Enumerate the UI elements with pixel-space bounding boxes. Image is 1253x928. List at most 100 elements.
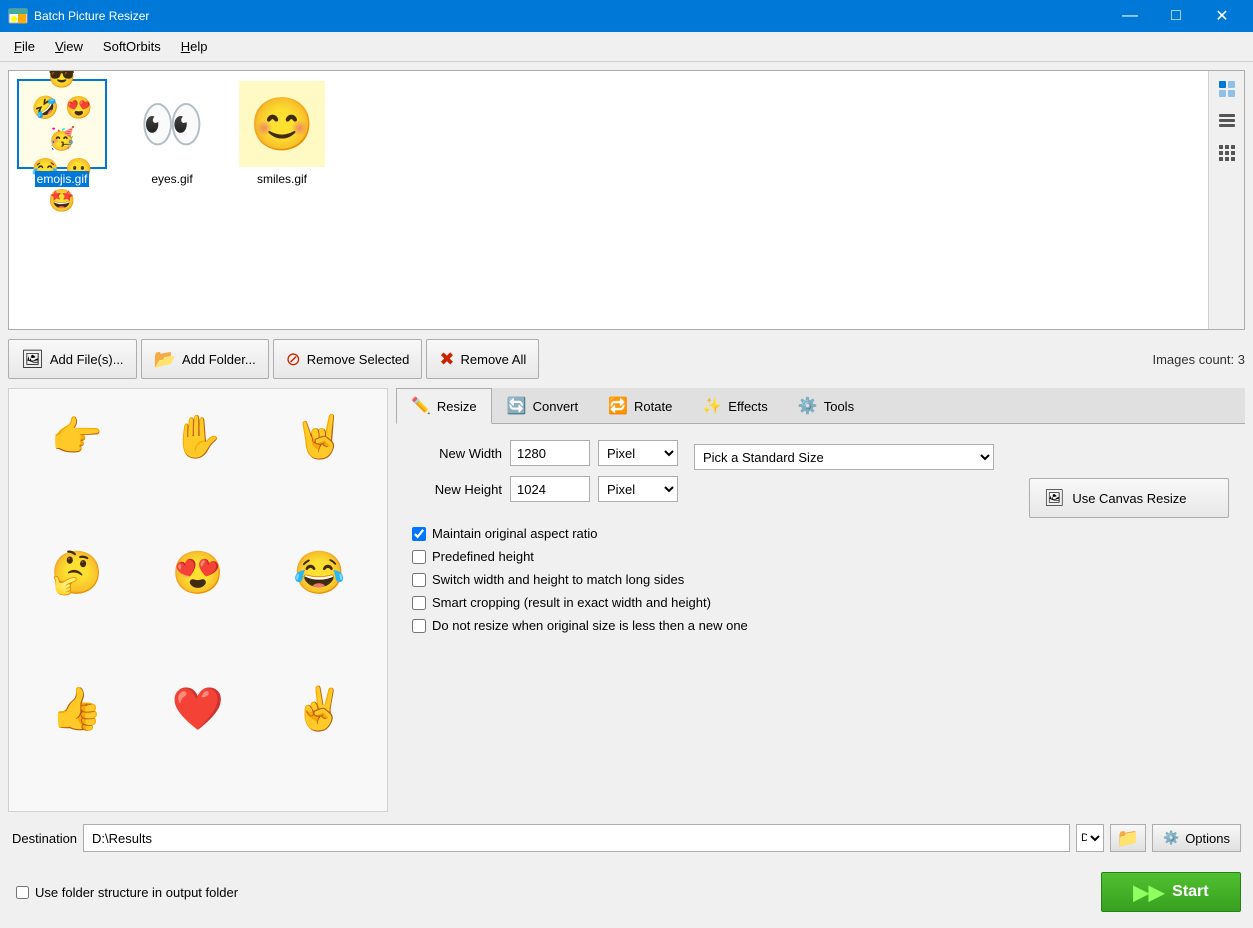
add-folder-icon: 📂 xyxy=(154,349,176,370)
smart-crop-row: Smart cropping (result in exact width an… xyxy=(412,595,1229,610)
menu-file[interactable]: File xyxy=(4,35,45,58)
menu-help[interactable]: Help xyxy=(171,35,218,58)
view-mode-sidebar xyxy=(1208,71,1244,329)
remove-selected-icon: ⊘ xyxy=(286,349,301,370)
tab-tools[interactable]: ⚙️ Tools xyxy=(783,388,869,423)
grid-view-button[interactable] xyxy=(1213,139,1241,167)
remove-all-icon: ✖ xyxy=(439,349,454,370)
preview-emoji-6: 😂 xyxy=(260,533,379,613)
predefined-height-row: Predefined height xyxy=(412,549,1229,564)
bottom-action-bar: Use folder structure in output folder ▶▶… xyxy=(8,864,1245,920)
file-item-smiles[interactable]: 😊 smiles.gif xyxy=(237,79,327,187)
destination-bar: Destination D:\Results 📁 ⚙️ Options xyxy=(8,818,1245,858)
destination-label: Destination xyxy=(12,831,77,846)
maximize-button[interactable]: □ xyxy=(1153,0,1199,32)
resize-tab-icon: ✏️ xyxy=(411,396,431,416)
start-button[interactable]: ▶▶ Start xyxy=(1101,872,1241,912)
options-button[interactable]: ⚙️ Options xyxy=(1152,824,1241,852)
window-controls: — □ ✕ xyxy=(1107,0,1245,32)
folder-structure-row: Use folder structure in output folder xyxy=(12,877,242,907)
smart-crop-checkbox[interactable] xyxy=(412,596,426,610)
preview-emoji-4: 🤔 xyxy=(17,533,136,613)
standard-size-select[interactable]: Pick a Standard Size 640x480 800x600 102… xyxy=(694,444,994,470)
destination-browse-button[interactable]: 📁 xyxy=(1110,824,1146,852)
close-button[interactable]: ✕ xyxy=(1199,0,1245,32)
minimize-button[interactable]: — xyxy=(1107,0,1153,32)
file-thumb-eyes: 👀 xyxy=(127,79,217,169)
destination-input[interactable] xyxy=(83,824,1070,852)
file-label-smiles: smiles.gif xyxy=(255,171,309,187)
titlebar: Batch Picture Resizer — □ ✕ xyxy=(0,0,1253,32)
switch-sides-label: Switch width and height to match long si… xyxy=(432,572,684,587)
tab-rotate[interactable]: 🔁 Rotate xyxy=(593,388,687,423)
width-input[interactable] xyxy=(510,440,590,466)
preview-emoji-3: 🤘 xyxy=(260,397,379,477)
width-row: New Width Pixel Percent Inch cm xyxy=(412,440,678,466)
resize-checkboxes: Maintain original aspect ratio Predefine… xyxy=(412,526,1229,633)
smart-crop-label: Smart cropping (result in exact width an… xyxy=(432,595,711,610)
tools-tab-icon: ⚙️ xyxy=(798,396,818,416)
rotate-tab-icon: 🔁 xyxy=(608,396,628,416)
destination-dropdown[interactable]: D:\Results xyxy=(1076,824,1104,852)
add-files-button[interactable]: 🖼 Add File(s)... xyxy=(8,339,137,379)
app-title: Batch Picture Resizer xyxy=(34,9,1107,23)
preview-panel: 👉 ✋ 🤘 🤔 😍 😂 👍 ❤️ ✌️ xyxy=(8,388,388,812)
height-row: New Height Pixel Percent Inch cm xyxy=(412,476,678,502)
tab-effects[interactable]: ✨ Effects xyxy=(687,388,782,423)
menubar: File View SoftOrbits Help xyxy=(0,32,1253,62)
maintain-aspect-row: Maintain original aspect ratio xyxy=(412,526,1229,541)
file-list-area: 😀 😜 😎 🤣 😍 🥳 😂 😛 🤩 emojis.gif 👀 eyes.gif xyxy=(8,70,1245,330)
images-count: Images count: 3 xyxy=(1152,352,1245,367)
folder-structure-label: Use folder structure in output folder xyxy=(35,885,238,900)
menu-softorbits[interactable]: SoftOrbits xyxy=(93,35,171,58)
no-resize-small-row: Do not resize when original size is less… xyxy=(412,618,1229,633)
bottom-section: 👉 ✋ 🤘 🤔 😍 😂 👍 ❤️ ✌️ ✏️ Resize 🔄 Convert xyxy=(8,388,1245,812)
new-width-label: New Width xyxy=(412,446,502,461)
width-unit-select[interactable]: Pixel Percent Inch cm xyxy=(598,440,678,466)
toolbar: 🖼 Add File(s)... 📂 Add Folder... ⊘ Remov… xyxy=(8,336,1245,382)
new-height-label: New Height xyxy=(412,482,502,497)
add-folder-button[interactable]: 📂 Add Folder... xyxy=(141,339,269,379)
main-content: 😀 😜 😎 🤣 😍 🥳 😂 😛 🤩 emojis.gif 👀 eyes.gif xyxy=(0,62,1253,928)
browse-icon: 📁 xyxy=(1117,828,1139,849)
file-label-emojis: emojis.gif xyxy=(35,171,90,187)
effects-tab-icon: ✨ xyxy=(702,396,722,416)
preview-emoji-7: 👍 xyxy=(17,669,136,749)
convert-tab-icon: 🔄 xyxy=(507,396,527,416)
gear-icon: ⚙️ xyxy=(1163,830,1179,846)
right-panel: ✏️ Resize 🔄 Convert 🔁 Rotate ✨ Effects ⚙… xyxy=(396,388,1245,812)
file-item-eyes[interactable]: 👀 eyes.gif xyxy=(127,79,217,187)
predefined-height-label: Predefined height xyxy=(432,549,534,564)
maintain-aspect-label: Maintain original aspect ratio xyxy=(432,526,597,541)
preview-emoji-2: ✋ xyxy=(138,397,257,477)
canvas-resize-button[interactable]: 🖼 Use Canvas Resize xyxy=(1029,478,1229,518)
no-resize-small-checkbox[interactable] xyxy=(412,619,426,633)
switch-sides-checkbox[interactable] xyxy=(412,573,426,587)
file-item-emojis[interactable]: 😀 😜 😎 🤣 😍 🥳 😂 😛 🤩 emojis.gif xyxy=(17,79,107,187)
height-input[interactable] xyxy=(510,476,590,502)
height-unit-select[interactable]: Pixel Percent Inch cm xyxy=(598,476,678,502)
maintain-aspect-checkbox[interactable] xyxy=(412,527,426,541)
tab-convert[interactable]: 🔄 Convert xyxy=(492,388,593,423)
file-list: 😀 😜 😎 🤣 😍 🥳 😂 😛 🤩 emojis.gif 👀 eyes.gif xyxy=(9,71,1208,329)
canvas-resize-icon: 🖼 xyxy=(1044,488,1064,508)
preview-emoji-8: ❤️ xyxy=(138,669,257,749)
folder-structure-checkbox[interactable] xyxy=(16,886,29,899)
file-label-eyes: eyes.gif xyxy=(149,171,194,187)
add-files-icon: 🖼 xyxy=(21,349,44,370)
predefined-height-checkbox[interactable] xyxy=(412,550,426,564)
remove-selected-button[interactable]: ⊘ Remove Selected xyxy=(273,339,423,379)
remove-all-button[interactable]: ✖ Remove All xyxy=(426,339,539,379)
start-icon: ▶▶ xyxy=(1133,880,1164,905)
preview-emoji-9: ✌️ xyxy=(260,669,379,749)
large-icon-view-button[interactable] xyxy=(1213,75,1241,103)
preview-emoji-5: 😍 xyxy=(138,533,257,613)
list-view-button[interactable] xyxy=(1213,107,1241,135)
file-thumb-emojis: 😀 😜 😎 🤣 😍 🥳 😂 😛 🤩 xyxy=(17,79,107,169)
switch-sides-row: Switch width and height to match long si… xyxy=(412,572,1229,587)
file-thumb-smiles: 😊 xyxy=(237,79,327,169)
resize-tab-content: New Width Pixel Percent Inch cm New He xyxy=(396,424,1245,812)
tabs: ✏️ Resize 🔄 Convert 🔁 Rotate ✨ Effects ⚙… xyxy=(396,388,1245,424)
menu-view[interactable]: View xyxy=(45,35,93,58)
tab-resize[interactable]: ✏️ Resize xyxy=(396,388,492,424)
